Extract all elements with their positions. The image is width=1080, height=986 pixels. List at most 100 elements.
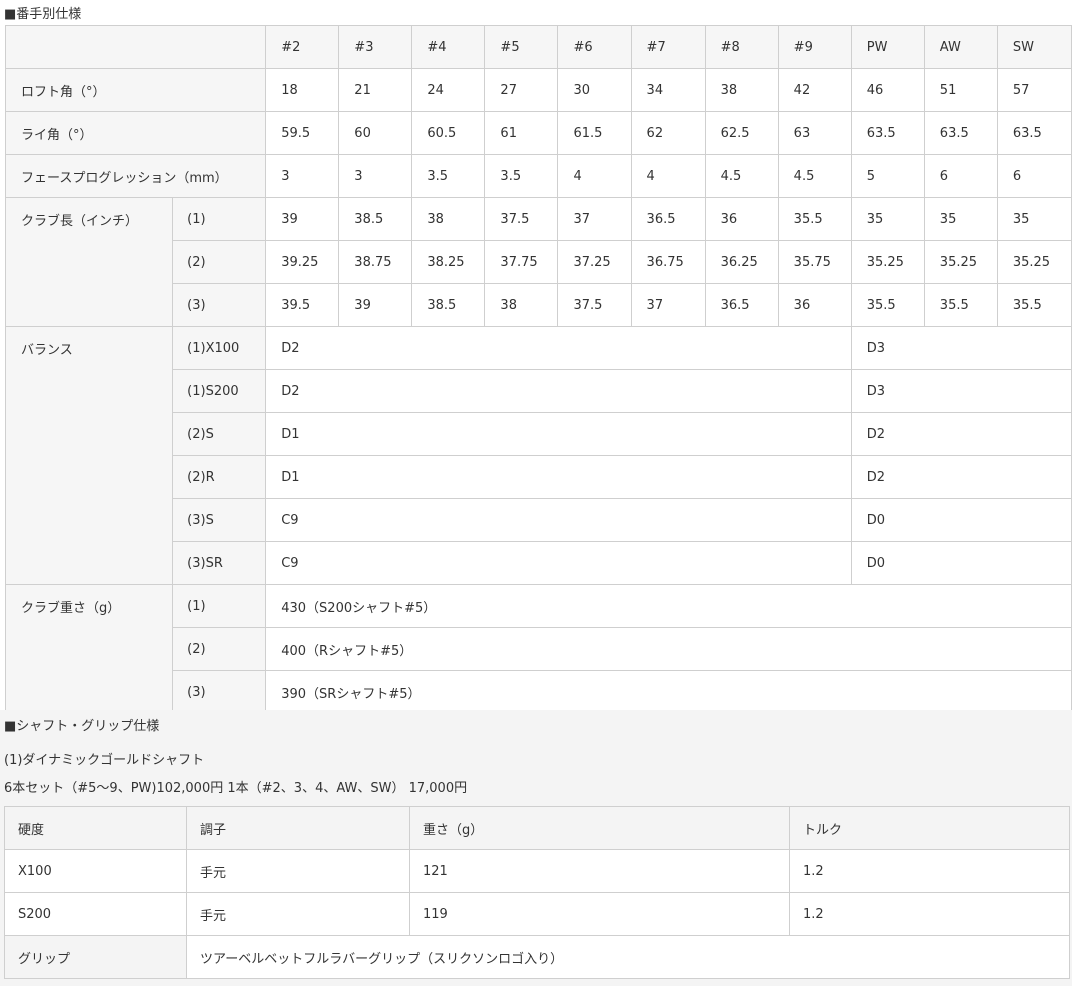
length-value: 35: [996, 197, 1073, 241]
shaft-header-cell: 重さ（g）: [409, 806, 790, 850]
length-label: クラブ長（インチ）: [4, 197, 174, 327]
header-cell: #7: [630, 25, 706, 69]
progression-value: 4.5: [704, 154, 779, 198]
shaft-header-cell: トルク: [789, 806, 1070, 850]
balance-iron-value: C9: [265, 541, 852, 585]
progression-row: フェースプログレッション（mm） 3 3 3.5 3.5 4 4 4.5 4.5…: [4, 154, 1073, 198]
lie-value: 62.5: [704, 111, 779, 155]
length-value: 39.5: [265, 283, 340, 327]
loft-value: 42: [777, 68, 852, 112]
weight-value: 390（SRシャフト#5）: [265, 670, 1072, 714]
lie-value: 60.5: [411, 111, 486, 155]
progression-value: 4.5: [777, 154, 852, 198]
lie-value: 59.5: [265, 111, 340, 155]
length-value: 36.5: [704, 283, 779, 327]
loft-value: 34: [630, 68, 706, 112]
shaft-cell: 1.2: [789, 892, 1070, 936]
balance-iron-value: D1: [265, 412, 852, 456]
length-sub-label: (2): [172, 240, 267, 284]
shaft-cell: 119: [409, 892, 790, 936]
grip-value: ツアーベルベットフルラバーグリップ（スリクソンロゴ入り）: [186, 935, 1070, 979]
loft-value: 18: [265, 68, 340, 112]
balance-wedge-value: D0: [850, 498, 1073, 542]
header-cell: PW: [850, 25, 925, 69]
lie-value: 63: [777, 111, 852, 155]
balance-sub-label: (2)R: [172, 455, 267, 499]
length-value: 35.5: [850, 283, 925, 327]
loft-value: 51: [923, 68, 998, 112]
shaft-cell: 121: [409, 849, 790, 893]
length-row: クラブ長（インチ） (1) 39 38.5 38 37.5 37 36.5 36…: [4, 197, 1073, 327]
length-value: 36.75: [630, 240, 706, 284]
length-value: 37.5: [557, 283, 632, 327]
lie-value: 61.5: [557, 111, 632, 155]
loft-row: ロフト角（°） 18 21 24 27 30 34 38 42 46 51 57: [4, 68, 1073, 112]
length-value: 35.25: [996, 240, 1073, 284]
lie-value: 63.5: [923, 111, 998, 155]
shaft-row: X100 手元 121 1.2: [4, 849, 1070, 893]
header-cell: #4: [411, 25, 486, 69]
loft-value: 46: [850, 68, 925, 112]
shaft-header-cell: 硬度: [4, 806, 187, 850]
length-value: 35: [923, 197, 998, 241]
balance-iron-value: D2: [265, 369, 852, 413]
balance-iron-value: D2: [265, 326, 852, 370]
header-cell: #3: [338, 25, 413, 69]
shaft-cell: 1.2: [789, 849, 1070, 893]
spec-corner-cell: [4, 25, 267, 69]
loft-value: 30: [557, 68, 632, 112]
shaft-name: (1)ダイナミックゴールドシャフト: [4, 753, 205, 768]
length-value: 38: [484, 283, 559, 327]
lie-value: 63.5: [996, 111, 1073, 155]
loft-label: ロフト角（°）: [4, 68, 267, 112]
length-value: 36.5: [630, 197, 706, 241]
progression-value: 3.5: [484, 154, 559, 198]
spec-section-title: ■番手別仕様: [4, 7, 82, 22]
shaft-cell: X100: [4, 849, 187, 893]
length-value: 39: [265, 197, 340, 241]
length-value: 36: [777, 283, 852, 327]
progression-value: 6: [996, 154, 1073, 198]
length-value: 35.5: [996, 283, 1073, 327]
length-value: 38: [411, 197, 486, 241]
weight-label: クラブ重さ（g）: [4, 584, 174, 714]
balance-sub-label: (1)S200: [172, 369, 267, 413]
shaft-cell: S200: [4, 892, 187, 936]
progression-value: 3.5: [411, 154, 486, 198]
header-cell: #2: [265, 25, 340, 69]
weight-sub-label: (1): [172, 584, 267, 628]
shaft-cell: 手元: [186, 849, 410, 893]
shaft-section-title: ■シャフト・グリップ仕様: [4, 719, 160, 734]
balance-iron-value: C9: [265, 498, 852, 542]
lie-value: 62: [630, 111, 706, 155]
lie-row: ライ角（°） 59.5 60 60.5 61 61.5 62 62.5 63 6…: [4, 111, 1073, 155]
header-cell: #9: [777, 25, 852, 69]
length-value: 37.5: [484, 197, 559, 241]
balance-row: バランス (1)X100 D2 D3: [4, 326, 1073, 585]
balance-wedge-value: D2: [850, 455, 1073, 499]
balance-sub-label: (1)X100: [172, 326, 267, 370]
grip-row: グリップ ツアーベルベットフルラバーグリップ（スリクソンロゴ入り）: [4, 935, 1070, 979]
balance-wedge-value: D3: [850, 369, 1073, 413]
weight-sub-label: (2): [172, 627, 267, 671]
spec-table: #2 #3 #4 #5 #6 #7 #8 #9 PW AW SW ロフト角（°）…: [4, 25, 1073, 714]
progression-value: 4: [630, 154, 706, 198]
length-sub-label: (3): [172, 283, 267, 327]
balance-wedge-value: D0: [850, 541, 1073, 585]
length-sub-label: (1): [172, 197, 267, 241]
length-value: 37.75: [484, 240, 559, 284]
length-value: 38.75: [338, 240, 413, 284]
balance-label: バランス: [4, 326, 174, 585]
weight-row: クラブ重さ（g） (1) 430（S200シャフト#5）: [4, 584, 1072, 714]
lie-value: 60: [338, 111, 413, 155]
weight-sub-label: (3): [172, 670, 267, 714]
length-value: 37: [557, 197, 632, 241]
shaft-header-row: 硬度 調子 重さ（g） トルク: [4, 806, 1070, 850]
length-value: 36.25: [704, 240, 779, 284]
weight-value: 430（S200シャフト#5）: [265, 584, 1072, 628]
length-value: 36: [704, 197, 779, 241]
length-value: 38.5: [338, 197, 413, 241]
length-value: 35.25: [850, 240, 925, 284]
loft-value: 27: [484, 68, 559, 112]
progression-label: フェースプログレッション（mm）: [4, 154, 267, 198]
